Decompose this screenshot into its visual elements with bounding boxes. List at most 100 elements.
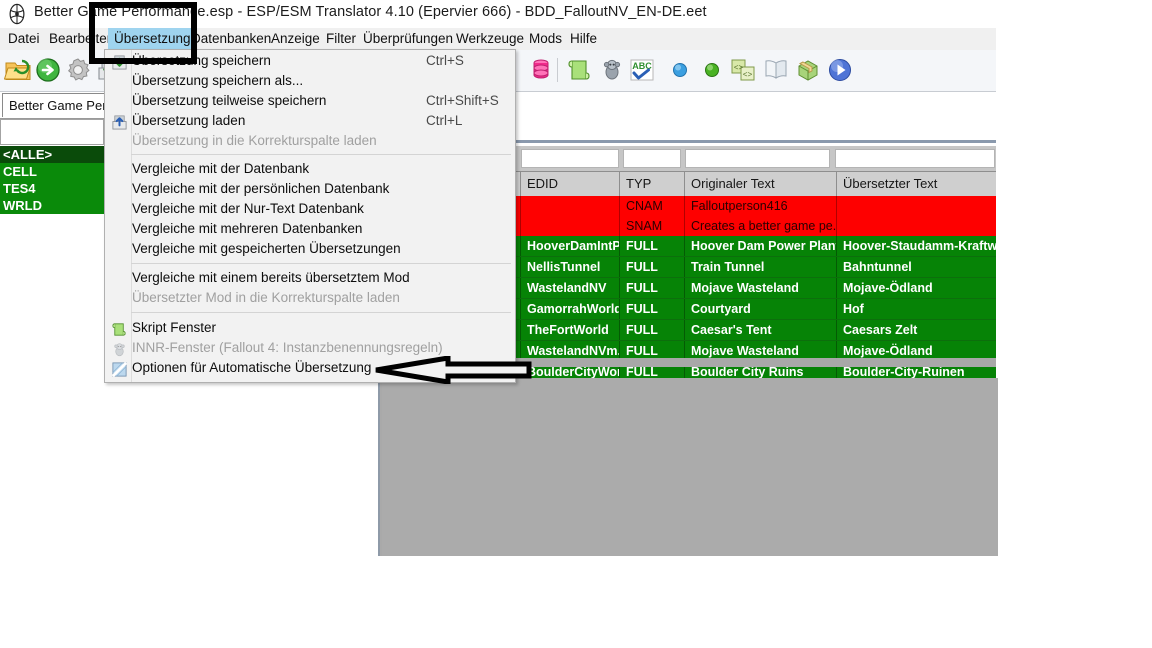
detail-panel [378,378,998,556]
cell-edid [521,196,620,216]
list-item-tes4[interactable]: TES4 [0,180,104,197]
menu-werkzeuge[interactable]: Werkzeuge [450,28,530,50]
book-icon[interactable] [762,56,790,84]
column-header-translated[interactable]: Übersetzter Text [837,172,996,196]
cell-translated: Hoover-Staudamm-Kraftwerk [843,239,996,253]
menu-ueberpruefungen[interactable]: Überprüfungen [357,28,459,50]
left-filter-input[interactable] [0,119,104,145]
column-header-typ[interactable]: TYP [620,172,685,196]
script-scroll-icon [111,321,128,338]
menu-item-uebersetzung-teilweise-speichern[interactable]: Übersetzung teilweise speichern Ctrl+Shi… [106,92,514,112]
blue-dot-icon[interactable] [666,56,694,84]
menu-label: Vergleiche mit mehreren Datenbanken [132,221,363,236]
green-arrow-icon[interactable] [34,56,62,84]
menu-datenbanken[interactable]: Datenbanken [185,28,277,50]
cell-translated [837,196,996,216]
menu-mods[interactable]: Mods [523,28,568,50]
play-button-icon[interactable] [826,56,854,84]
table-row[interactable]: HooverDamIntP... FULL Hoover Dam Power P… [505,236,996,257]
abc-spellcheck-icon[interactable]: ABC [628,56,656,84]
menu-label: Übersetzter Mod in die Korrekturspalte l… [132,290,400,305]
application-window: Better Game Performance.esp - ESP/ESM Tr… [0,0,998,556]
cell-original: Falloutperson416 [685,196,837,216]
uebersetzung-dropdown-menu[interactable]: Übersetzung speichern Ctrl+S Übersetzung… [104,49,516,383]
table-row[interactable]: WastelandNV FULL Mojave Wasteland Mojave… [505,278,996,299]
table-row[interactable]: SNAM Creates a better game pe... [505,216,996,236]
menu-separator-1 [131,154,511,155]
monkey-icon[interactable] [598,56,626,84]
filter-input-typ[interactable] [623,149,681,168]
cell-translated: Caesars Zelt [843,323,918,337]
cell-original: Caesar's Tent [685,320,837,340]
cell-typ: FULL [620,257,685,277]
cell-translated [837,216,996,236]
cell-translated: Mojave-Ödland [843,281,933,295]
menu-item-uebersetzung-laden[interactable]: Übersetzung laden Ctrl+L [106,112,514,132]
list-item-wrld[interactable]: WRLD [0,197,104,214]
cell-original: Train Tunnel [685,257,837,277]
grid-header-row: EDID TYP Originaler Text Übersetzter Tex… [505,171,996,198]
menu-item-uebersetzung-speichern-als[interactable]: Übersetzung speichern als... [106,72,514,92]
grid-top-rule [505,139,996,145]
menu-separator-2 [131,263,511,264]
menu-anzeige[interactable]: Anzeige [265,28,326,50]
menu-item-vergleiche-uebersetzter-mod[interactable]: Vergleiche mit einem bereits übersetztem… [106,269,514,289]
menu-item-vergleiche-persoenliche-datenbank[interactable]: Vergleiche mit der persönlichen Datenban… [106,180,514,200]
menu-separator-3 [131,312,511,313]
menu-item-vergleiche-gespeicherte-uebersetzungen[interactable]: Vergleiche mit gespeicherten Übersetzung… [106,240,514,260]
monkey-icon [111,341,128,358]
menu-hilfe[interactable]: Hilfe [564,28,603,50]
table-row[interactable]: CNAM Falloutperson416 [505,196,996,216]
column-header-edid[interactable]: EDID [521,172,620,196]
menu-item-skript-fenster[interactable]: Skript Fenster [106,319,514,339]
filter-input-translated[interactable] [835,149,995,168]
script-scroll-icon[interactable] [565,56,593,84]
cell-original: Creates a better game pe... [685,216,837,236]
column-header-original[interactable]: Originaler Text [685,172,837,196]
title-bar: Better Game Performance.esp - ESP/ESM Tr… [0,0,996,28]
gear-icon[interactable] [64,56,92,84]
table-row[interactable]: NellisTunnel FULL Train Tunnel Bahntunne… [505,257,996,278]
filter-input-original[interactable] [685,149,830,168]
menu-item-innr-fenster: INNR-Fenster (Fallout 4: Instanzbenennun… [106,339,514,359]
menu-item-vergleiche-mehrere-datenbanken[interactable]: Vergleiche mit mehreren Datenbanken [106,220,514,240]
menu-item-optionen-automatische-uebersetzung[interactable]: Optionen für Automatische Übersetzung [106,359,514,379]
menu-label: INNR-Fenster (Fallout 4: Instanzbenennun… [132,340,443,355]
cell-edid: HooverDamIntP... [521,236,620,256]
cell-edid: GamorrahWorld [521,299,620,319]
menu-item-uebersetzter-mod-korrekturspalte: Übersetzter Mod in die Korrekturspalte l… [106,289,514,309]
open-folder-icon[interactable] [4,56,32,84]
cell-typ: SNAM [620,216,685,236]
menu-bar[interactable]: Datei Bearbeiten Übersetzung Datenbanken… [0,28,996,50]
table-row[interactable]: TheFortWorld FULL Caesar's Tent Caesars … [505,320,996,341]
table-row[interactable]: GamorrahWorld FULL Courtyard Hof [505,299,996,320]
menu-shortcut: Ctrl+S [426,53,464,68]
menu-uebersetzung[interactable]: Übersetzung [108,28,197,50]
mod-tab-strip: Better Game Perfo [0,92,114,119]
menu-label: Optionen für Automatische Übersetzung [132,360,372,375]
menu-filter[interactable]: Filter [320,28,362,50]
menu-datei[interactable]: Datei [2,28,46,50]
menu-item-uebersetzung-speichern[interactable]: Übersetzung speichern Ctrl+S [106,52,514,72]
toolbar-separator-2 [557,58,558,82]
code-swap-icon[interactable]: <> <> [729,56,757,84]
list-item-cell[interactable]: CELL [0,163,104,180]
grid-filter-row [505,146,996,171]
record-type-list[interactable]: <ALLE> CELL TES4 WRLD [0,146,104,214]
package-box-icon[interactable] [794,56,822,84]
menu-label: Vergleiche mit der persönlichen Datenban… [132,181,390,196]
list-item-alle[interactable]: <ALLE> [0,146,104,163]
mod-tab-active[interactable]: Better Game Perfo [2,93,114,117]
cell-typ: FULL [620,320,685,340]
cell-typ: CNAM [620,196,685,216]
filter-input-edid[interactable] [521,149,619,168]
cell-translated: Hof [843,302,864,316]
menu-item-vergleiche-datenbank[interactable]: Vergleiche mit der Datenbank [106,160,514,180]
menu-item-uebersetzung-korrekturspalte-laden: Übersetzung in die Korrekturspalte laden [106,132,514,152]
menu-item-vergleiche-nur-text-datenbank[interactable]: Vergleiche mit der Nur-Text Datenbank [106,200,514,220]
database-icon[interactable] [527,56,555,84]
menu-label: Übersetzung teilweise speichern [132,93,327,108]
menu-label: Vergleiche mit der Datenbank [132,161,310,176]
green-dot-icon[interactable] [698,56,726,84]
menu-label: Übersetzung speichern [132,53,271,68]
